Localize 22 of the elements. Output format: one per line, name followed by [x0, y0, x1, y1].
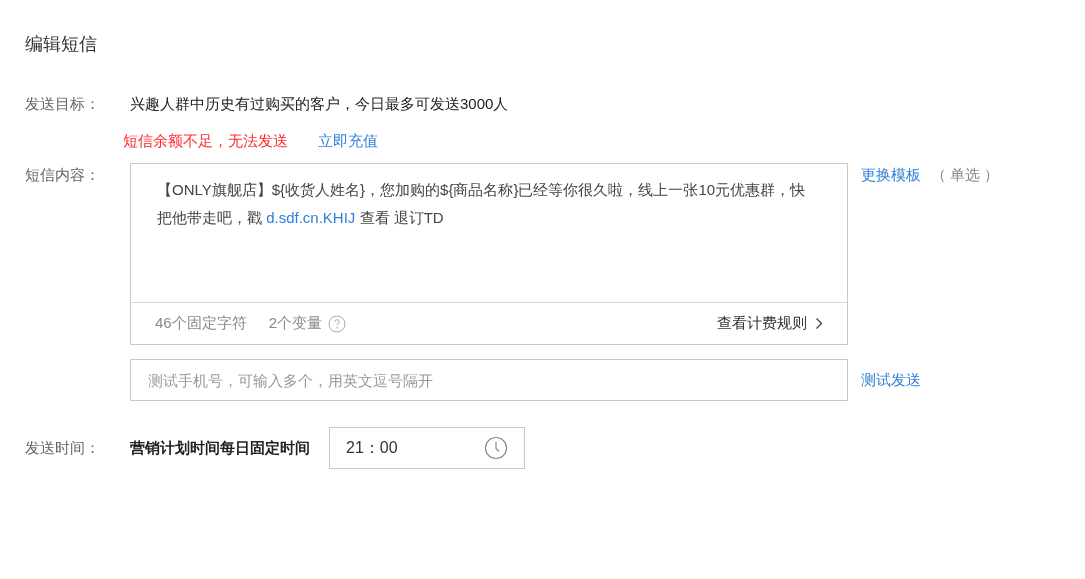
test-send-link[interactable]: 测试发送 — [861, 368, 921, 392]
field-label: 短信内容： — [25, 165, 101, 185]
help-icon[interactable] — [328, 314, 347, 333]
variable-count: 2个变量 — [268, 313, 323, 334]
phone-input-field[interactable]: 测试手机号，可输入多个，用英文逗号隔开 — [130, 359, 848, 401]
target-text: 兴趣人群中历史有过购买的客户，今日最多可发送3000人 — [130, 93, 509, 114]
chevron-right-icon — [815, 317, 823, 330]
warning-text: 短信余额不足，无法发送 — [123, 130, 288, 151]
billing-link[interactable]: 查看计费规则 — [717, 312, 823, 335]
schedule-text: 营销计划时间每日固定时间 — [130, 437, 310, 458]
char-count: 46个固定字符 — [155, 313, 247, 334]
message-text: 【ONLY旗舰店】${收货人姓名}，您加购的${商品名称}已经等你很久啦，线上一张10元优惠群，快把他带走吧，戳 d.sdf.cn.KHIJ 查看 退订TD — [157, 180, 807, 228]
message-box[interactable]: 【ONLY旗舰店】${收货人姓名}，您加购的${商品名称}已经等你很久啦，线上一张10元优惠群，快把他带走吧，戳 d.sdf.cn.KHIJ 查看 退订TD 46个固定字符 2个变量 查看计费规则 — [130, 163, 848, 345]
template-note: （ 单选 ） — [931, 165, 1000, 185]
time-field[interactable]: 21：00 — [329, 427, 525, 469]
field-label: 发送目标： — [25, 93, 101, 114]
recharge-link[interactable]: 立即充值 — [318, 129, 378, 153]
template-link[interactable]: 更换模板 — [861, 163, 921, 187]
clock-icon — [484, 436, 508, 460]
field-label: 发送时间： — [25, 437, 101, 458]
page-title: 编辑短信 — [25, 33, 98, 56]
short-link[interactable]: d.sdf.cn.KHIJ — [266, 209, 356, 226]
